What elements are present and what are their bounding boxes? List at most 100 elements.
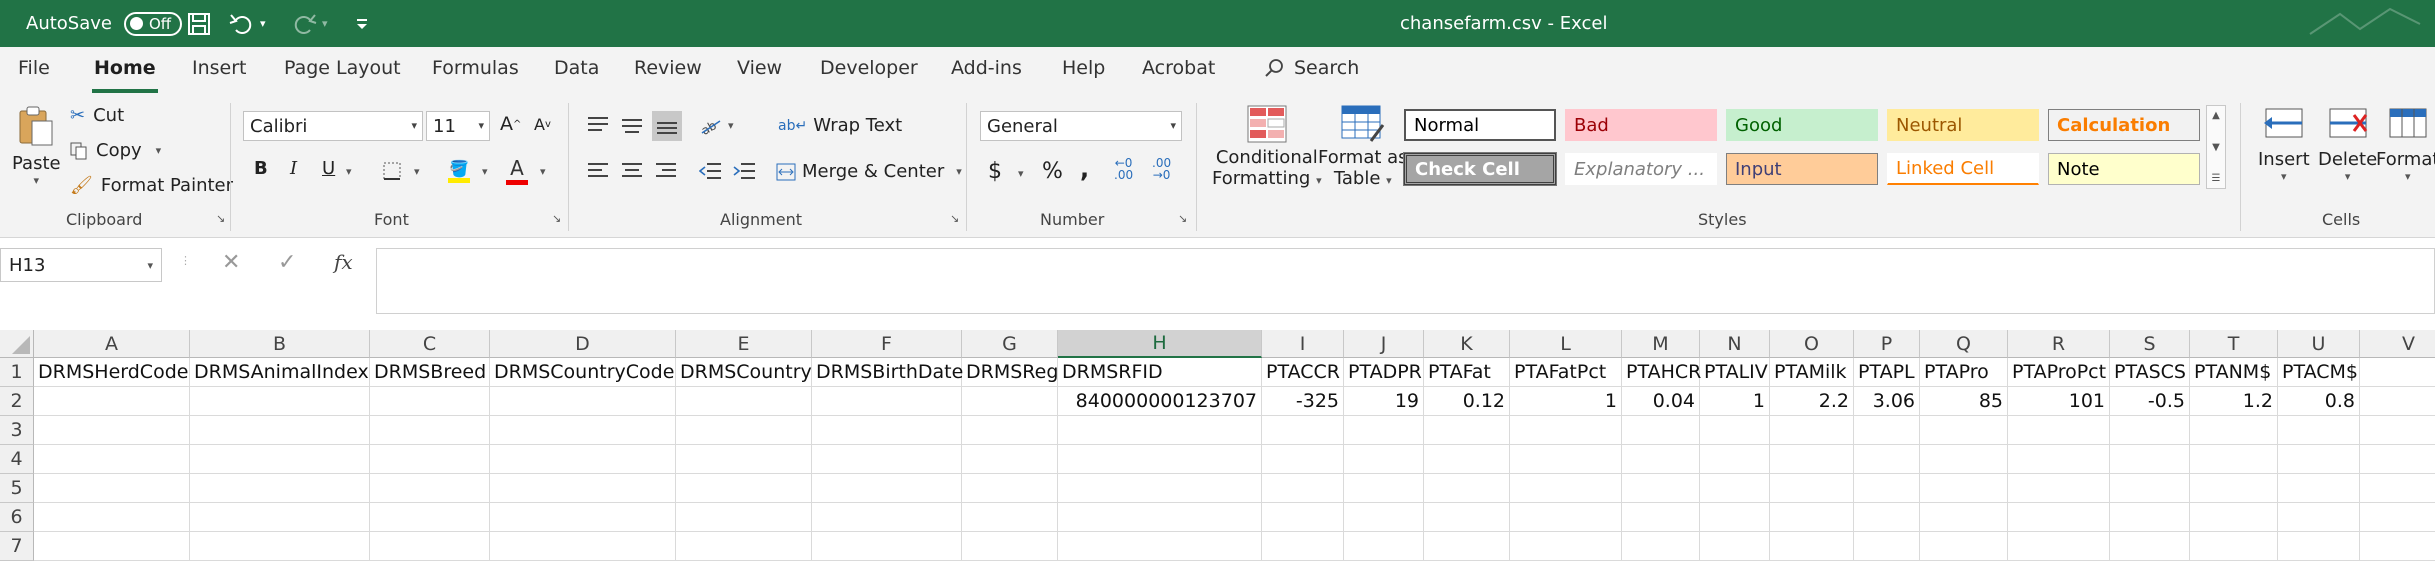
wrap-text-button[interactable]: ab↵ Wrap Text — [778, 115, 902, 136]
gallery-up-icon[interactable]: ▲ — [2212, 110, 2220, 121]
bottom-align-icon[interactable] — [652, 111, 682, 141]
font-name-select[interactable]: Calibri ▾ — [243, 111, 423, 141]
cell-c7[interactable] — [370, 532, 490, 561]
cell-v6[interactable] — [2360, 503, 2435, 532]
undo-icon[interactable]: ▾ — [228, 0, 266, 47]
cell-k5[interactable] — [1424, 474, 1510, 503]
gallery-more-icon[interactable]: ☰ — [2212, 173, 2221, 184]
cell-s3[interactable] — [2110, 416, 2190, 445]
cell-t3[interactable] — [2190, 416, 2278, 445]
cell-s2[interactable]: -0.5 — [2110, 387, 2190, 416]
cell-b3[interactable] — [190, 416, 370, 445]
font-size-select[interactable]: 11 ▾ — [426, 111, 490, 141]
cell-a5[interactable] — [34, 474, 190, 503]
formula-input[interactable] — [376, 248, 2435, 314]
cell-m2[interactable]: 0.04 — [1622, 387, 1700, 416]
cell-k3[interactable] — [1424, 416, 1510, 445]
cell-v4[interactable] — [2360, 445, 2435, 474]
alignment-launcher-icon[interactable]: ↘ — [950, 212, 959, 225]
cell-q6[interactable] — [1920, 503, 2008, 532]
cell-style-normal[interactable]: Normal — [1404, 109, 1556, 141]
cell-d4[interactable] — [490, 445, 676, 474]
cell-b2[interactable] — [190, 387, 370, 416]
decrease-decimal-button[interactable]: .00 →0 — [1152, 157, 1171, 181]
cell-style-neutral[interactable]: Neutral — [1887, 109, 2039, 141]
cell-n1[interactable]: PTALIV — [1700, 358, 1770, 387]
cell-o3[interactable] — [1770, 416, 1854, 445]
cell-k4[interactable] — [1424, 445, 1510, 474]
cell-h3[interactable] — [1058, 416, 1262, 445]
row-header-7[interactable]: 7 — [0, 532, 34, 561]
column-header-q[interactable]: Q — [1920, 330, 2008, 358]
cell-a1[interactable]: DRMSHerdCode — [34, 358, 190, 387]
cell-o1[interactable]: PTAMilk — [1770, 358, 1854, 387]
cell-b1[interactable]: DRMSAnimalIndex — [190, 358, 370, 387]
borders-dropdown-icon[interactable]: ▾ — [414, 165, 420, 178]
cell-style-explanatory[interactable]: Explanatory ... — [1565, 153, 1717, 185]
cell-r3[interactable] — [2008, 416, 2110, 445]
cell-b5[interactable] — [190, 474, 370, 503]
cell-t1[interactable]: PTANM$ — [2190, 358, 2278, 387]
cell-l7[interactable] — [1510, 532, 1622, 561]
cell-p5[interactable] — [1854, 474, 1920, 503]
column-header-a[interactable]: A — [34, 330, 190, 358]
cell-o2[interactable]: 2.2 — [1770, 387, 1854, 416]
font-launcher-icon[interactable]: ↘ — [552, 212, 561, 225]
cell-u5[interactable] — [2278, 474, 2360, 503]
cell-u4[interactable] — [2278, 445, 2360, 474]
cell-f5[interactable] — [812, 474, 962, 503]
row-header-3[interactable]: 3 — [0, 416, 34, 445]
cell-d3[interactable] — [490, 416, 676, 445]
cell-u7[interactable] — [2278, 532, 2360, 561]
underline-button[interactable]: U — [322, 158, 335, 179]
cell-f7[interactable] — [812, 532, 962, 561]
cell-f4[interactable] — [812, 445, 962, 474]
cell-p2[interactable]: 3.06 — [1854, 387, 1920, 416]
cell-v1[interactable] — [2360, 358, 2435, 387]
cell-t7[interactable] — [2190, 532, 2278, 561]
cell-a7[interactable] — [34, 532, 190, 561]
cell-d1[interactable]: DRMSCountryCode — [490, 358, 676, 387]
cell-m1[interactable]: PTAHCR — [1622, 358, 1701, 387]
column-header-p[interactable]: P — [1854, 330, 1920, 358]
italic-button[interactable]: I — [290, 158, 297, 179]
cell-m5[interactable] — [1622, 474, 1700, 503]
cell-v7[interactable] — [2360, 532, 2435, 561]
column-header-n[interactable]: N — [1700, 330, 1770, 358]
cell-e5[interactable] — [676, 474, 812, 503]
cell-q5[interactable] — [1920, 474, 2008, 503]
column-header-d[interactable]: D — [490, 330, 676, 358]
column-header-g[interactable]: G — [962, 330, 1058, 358]
cell-u3[interactable] — [2278, 416, 2360, 445]
cell-n7[interactable] — [1700, 532, 1770, 561]
insert-cells-button[interactable]: Insert ▾ — [2258, 105, 2310, 183]
column-header-c[interactable]: C — [370, 330, 490, 358]
cell-e4[interactable] — [676, 445, 812, 474]
cell-g1[interactable]: DRMSReg — [962, 358, 1058, 387]
cell-s7[interactable] — [2110, 532, 2190, 561]
cell-p3[interactable] — [1854, 416, 1920, 445]
middle-align-icon[interactable] — [618, 111, 646, 139]
cell-c5[interactable] — [370, 474, 490, 503]
cell-d2[interactable] — [490, 387, 676, 416]
tab-page-layout[interactable]: Page Layout — [284, 57, 401, 79]
increase-decimal-button[interactable]: ←0.00 — [1114, 157, 1133, 181]
tab-insert[interactable]: Insert — [192, 57, 247, 79]
cell-i6[interactable] — [1262, 503, 1344, 532]
tab-home[interactable]: Home — [92, 57, 158, 93]
cell-g7[interactable] — [962, 532, 1058, 561]
save-icon[interactable] — [186, 0, 212, 47]
font-color-dropdown-icon[interactable]: ▾ — [540, 165, 546, 178]
cell-p4[interactable] — [1854, 445, 1920, 474]
cell-c3[interactable] — [370, 416, 490, 445]
cell-p6[interactable] — [1854, 503, 1920, 532]
gallery-down-icon[interactable]: ▼ — [2212, 142, 2220, 153]
cell-style-check-cell[interactable]: Check Cell — [1403, 152, 1557, 186]
cell-l6[interactable] — [1510, 503, 1622, 532]
decrease-font-button[interactable]: Av — [534, 115, 551, 134]
format-as-table-button[interactable]: Format as Table ▾ — [1318, 105, 1408, 189]
tab-view[interactable]: View — [737, 57, 782, 79]
cell-e3[interactable] — [676, 416, 812, 445]
increase-font-button[interactable]: A ^ — [500, 113, 521, 135]
cell-i2[interactable]: -325 — [1262, 387, 1344, 416]
